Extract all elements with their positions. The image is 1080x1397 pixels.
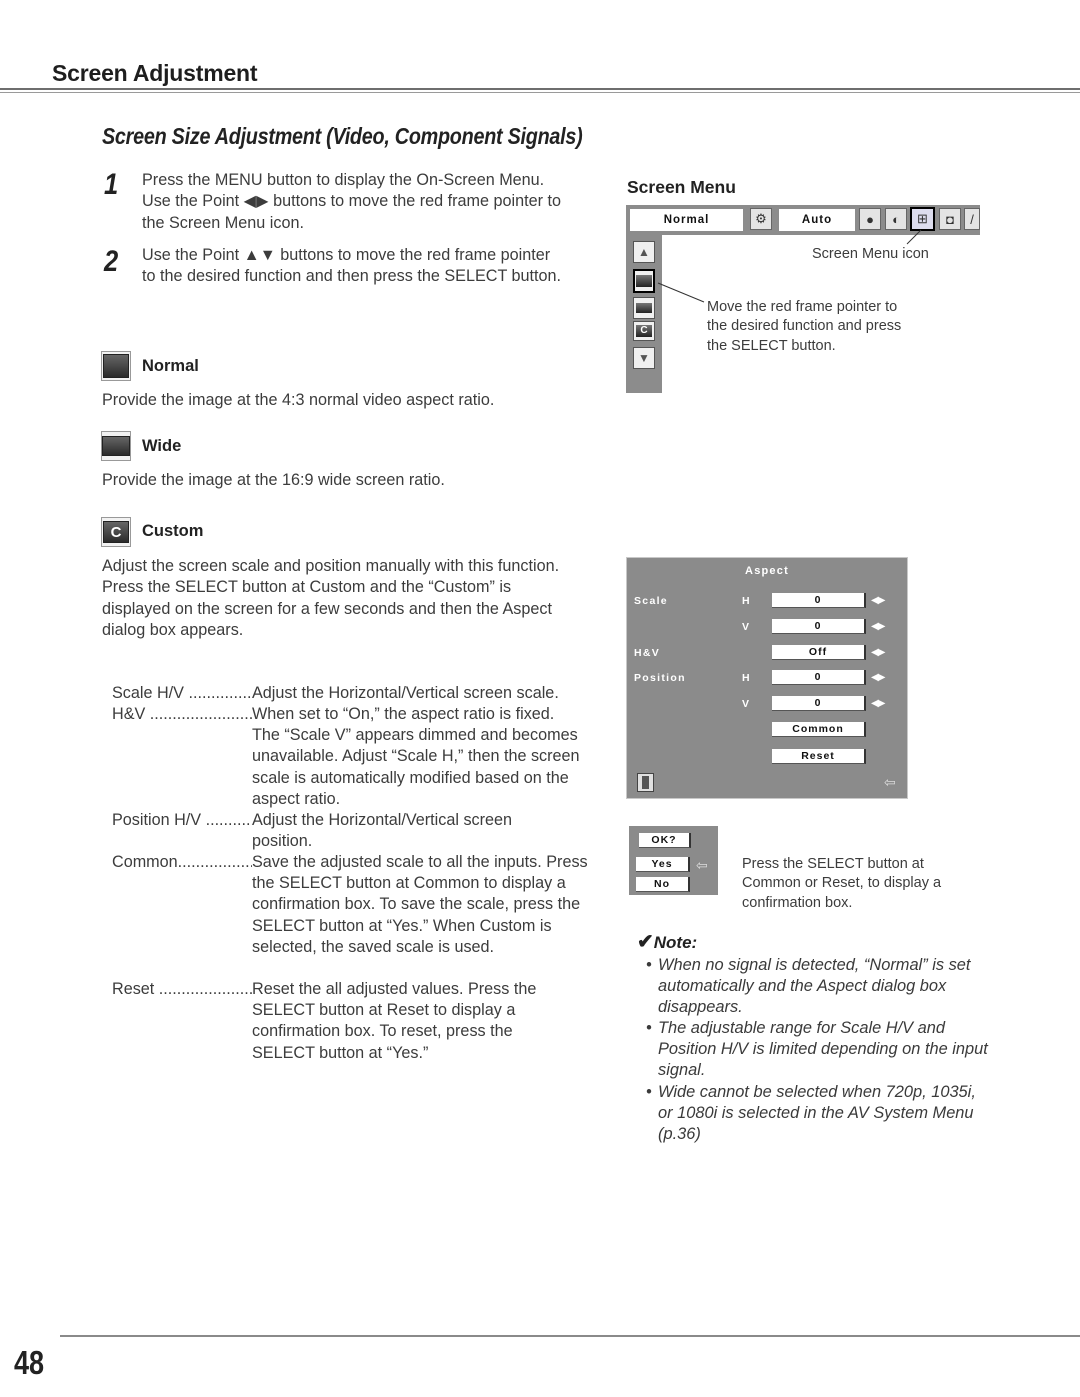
up-arrow-icon[interactable]: ▲ [633, 241, 655, 263]
section-title: Screen Adjustment [52, 60, 258, 86]
osd-menubar: Normal ⚙ Auto ● ◐ ⊞ ◘ / [626, 205, 980, 235]
header-rule [0, 88, 1080, 90]
step-text: Use the Point ▲▼ buttons to move the red… [142, 246, 562, 286]
bullet-icon: • [646, 1019, 652, 1037]
header-rule-thin [0, 92, 1080, 93]
note-item: • When no signal is detected, “Normal” i… [646, 956, 971, 1017]
footer-rule [60, 1335, 1080, 1337]
adjust-arrows-icon[interactable]: ◀▶ [871, 647, 885, 658]
adjust-arrows-icon[interactable]: ◀▶ [871, 672, 885, 683]
normal-screen-icon[interactable] [633, 269, 655, 293]
pc-adjust-icon[interactable]: ⚙ [750, 208, 772, 230]
position-v-field[interactable]: 0 [772, 696, 866, 711]
position-label: Position [634, 672, 686, 684]
pointer-callout: Move the red frame pointer to the desire… [707, 299, 902, 354]
screen-menu-icon-callout: Screen Menu icon [812, 246, 929, 262]
step-number: 1 [104, 168, 119, 201]
axis-label: H [742, 595, 750, 607]
note-item: • The adjustable range for Scale H/V and… [646, 1019, 988, 1080]
no-button[interactable]: No [636, 877, 690, 892]
adjust-arrows-icon[interactable]: ◀▶ [871, 621, 885, 632]
term-label: Scale H/V ........................ [112, 684, 252, 702]
aspect-dialog: Aspect Scale H 0 ◀▶ V 0 ◀▶ H&V Off ◀▶ Po… [626, 557, 908, 799]
note-label: Note: [653, 933, 698, 952]
scale-v-field[interactable]: 0 [772, 619, 866, 634]
screen-menu-title: Screen Menu [627, 177, 736, 197]
term-definition: Adjust the Horizontal/Vertical screen sc… [252, 684, 559, 702]
mode-label-wide: Wide [142, 437, 182, 455]
mode-value-box: Normal [630, 209, 743, 231]
term-label: Common............................... [112, 853, 252, 871]
term-label: Reset ................................. [112, 980, 252, 998]
bullet-icon: • [646, 1083, 652, 1101]
mode-description-normal: Provide the image at the 4:3 normal vide… [102, 391, 495, 409]
term-label: Position H/V ...................... [112, 811, 252, 829]
position-h-field[interactable]: 0 [772, 670, 866, 685]
term-label: H&V .................................. [112, 705, 252, 723]
hv-label: H&V [634, 647, 661, 659]
aspect-dialog-title: Aspect [745, 565, 789, 577]
setting-icon[interactable]: / [964, 208, 980, 230]
custom-screen-icon[interactable]: C [633, 321, 655, 341]
mode-description-wide: Provide the image at the 16:9 wide scree… [102, 471, 445, 489]
hv-field[interactable]: Off [772, 645, 866, 660]
scale-h-field[interactable]: 0 [772, 593, 866, 608]
image-adjust-icon[interactable]: ◐ [885, 208, 907, 230]
confirm-caption: Press the SELECT button at Common or Res… [742, 856, 942, 911]
auto-value-box: Auto [779, 209, 855, 231]
mode-label-custom: Custom [142, 522, 204, 540]
confirm-dialog: OK? Yes No ⇦ [629, 826, 718, 895]
sound-icon[interactable]: ◘ [939, 208, 961, 230]
step-number: 2 [104, 245, 119, 278]
image-select-icon[interactable]: ● [859, 208, 881, 230]
scale-label: Scale [634, 595, 668, 607]
wide-screen-icon[interactable] [633, 297, 655, 319]
custom-screen-icon: C [101, 517, 131, 547]
term-definition: Reset the all adjusted values. Press the… [252, 980, 537, 1062]
bullet-icon: • [646, 956, 652, 974]
adjust-arrows-icon[interactable]: ◀▶ [871, 698, 885, 709]
yes-button[interactable]: Yes [636, 857, 690, 872]
wide-screen-icon [101, 431, 131, 461]
reset-button[interactable]: Reset [772, 749, 866, 764]
step-text: Press the MENU button to display the On-… [142, 171, 562, 232]
confirm-title: OK? [639, 833, 691, 848]
pointer-arrow-icon: ⇦ [696, 857, 708, 873]
page-number: 48 [14, 1344, 45, 1381]
mode-label-normal: Normal [142, 357, 199, 375]
normal-screen-icon [101, 351, 131, 381]
note-item: • Wide cannot be selected when 720p, 103… [646, 1083, 976, 1144]
note-heading: ✔Note: [637, 929, 697, 954]
term-definition: Save the adjusted scale to all the input… [252, 853, 588, 956]
axis-label: H [742, 672, 750, 684]
axis-label: V [742, 698, 750, 710]
common-button[interactable]: Common [772, 722, 866, 737]
screen-menu-icon[interactable]: ⊞ [910, 207, 935, 231]
back-arrow-icon[interactable]: ⇦ [884, 774, 896, 791]
adjust-arrows-icon[interactable]: ◀▶ [871, 595, 885, 606]
checkmark-icon: ✔ [637, 931, 654, 953]
mode-description-custom: Adjust the screen scale and position man… [102, 557, 560, 639]
term-definition: When set to “On,” the aspect ratio is fi… [252, 705, 580, 808]
axis-label: V [742, 621, 750, 633]
page-subtitle: Screen Size Adjustment (Video, Component… [102, 123, 583, 149]
term-definition: Adjust the Horizontal/Vertical screen po… [252, 811, 513, 851]
osd-sidebar: ▲ C ▼ [626, 235, 662, 393]
down-arrow-icon[interactable]: ▼ [633, 347, 655, 369]
exit-icon[interactable] [637, 773, 654, 792]
